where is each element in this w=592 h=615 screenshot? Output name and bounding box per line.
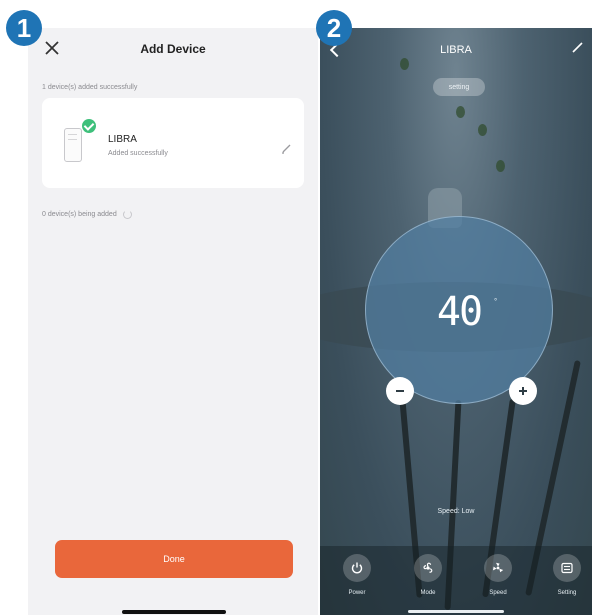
device-thumbnail <box>64 128 82 162</box>
plus-icon <box>519 387 527 395</box>
edit-icon[interactable] <box>570 40 584 54</box>
background-leaf <box>456 106 465 118</box>
success-summary: 1 device(s) added successfully <box>42 84 138 91</box>
setting-icon <box>553 554 581 582</box>
edit-icon[interactable] <box>280 142 292 154</box>
value-dial: 40 ° <box>365 216 553 404</box>
bottom-tab-bar: Power Mode Speed Setting <box>320 546 592 615</box>
increase-button[interactable] <box>509 377 537 405</box>
screenshot-composite: 1 2 Add Device 1 device(s) added success… <box>0 0 592 615</box>
check-icon <box>82 119 96 133</box>
background-leaf <box>496 160 505 172</box>
tab-power[interactable]: Power <box>332 554 382 596</box>
minus-icon <box>396 390 404 392</box>
fan-icon <box>484 554 512 582</box>
being-added-text: 0 device(s) being added <box>42 211 117 218</box>
decrease-button[interactable] <box>386 377 414 405</box>
background-leaf <box>400 58 409 70</box>
loading-spinner-icon <box>122 210 132 219</box>
step-badge-1: 1 <box>6 10 42 46</box>
setting-chip[interactable]: setting <box>433 78 485 96</box>
tab-mode[interactable]: Mode <box>403 554 453 596</box>
device-title: LIBRA <box>440 44 472 56</box>
done-button[interactable]: Done <box>55 540 293 578</box>
devices-being-added: 0 device(s) being added <box>42 210 132 219</box>
device-card[interactable]: LIBRA Added successfully <box>42 98 304 188</box>
home-indicator <box>122 610 226 614</box>
page-title: Add Device <box>140 42 206 56</box>
tab-label: Power <box>348 590 366 596</box>
mode-icon <box>414 554 442 582</box>
device-control-screen: LIBRA setting 40 ° Speed: Low Power Mode… <box>320 28 592 615</box>
tab-label: Setting <box>557 590 577 596</box>
dial-value: 40 <box>436 289 483 335</box>
tab-label: Speed <box>489 590 507 596</box>
device-status: Added successfully <box>108 150 168 157</box>
speed-status: Speed: Low <box>437 508 475 515</box>
step-badge-2: 2 <box>316 10 352 46</box>
home-indicator <box>408 610 504 613</box>
add-device-screen: Add Device 1 device(s) added successfull… <box>28 28 318 615</box>
tab-speed[interactable]: Speed <box>473 554 523 596</box>
tab-setting[interactable]: Setting <box>542 554 592 596</box>
device-name: LIBRA <box>108 134 137 145</box>
background-leaf <box>478 124 487 136</box>
power-icon <box>343 554 371 582</box>
tab-label: Mode <box>420 590 436 596</box>
dial-unit: ° <box>494 297 498 306</box>
